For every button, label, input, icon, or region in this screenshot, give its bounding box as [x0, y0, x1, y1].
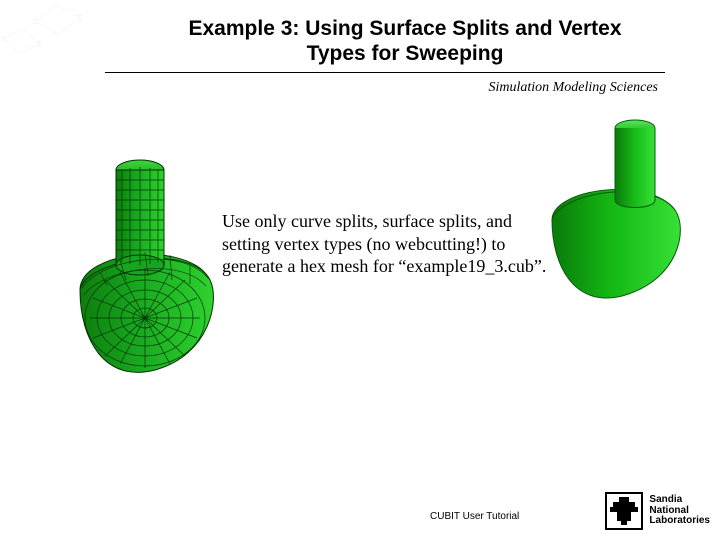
title-line-1: Example 3: Using Surface Splits and Vert… [189, 17, 622, 40]
flag-stripe-white [13, 0, 118, 74]
flag-stripe-red [0, 0, 89, 88]
solid-cylinder-svg [540, 110, 700, 320]
sandia-logo: Sandia National Laboratories [605, 492, 710, 530]
star-icon [32, 2, 82, 24]
sandia-text: Sandia National Laboratories [649, 495, 710, 527]
sandia-line-3: Laboratories [649, 515, 710, 526]
sandia-line-2: National [649, 505, 688, 516]
subtitle: Simulation Modeling Sciences [488, 80, 658, 96]
flag-stripe-blue [0, 15, 68, 114]
footer-text: CUBIT User Tutorial [430, 511, 519, 522]
slide: Example 3: Using Surface Splits and Vert… [0, 0, 720, 540]
sandia-line-1: Sandia [649, 494, 682, 505]
star-icon [1, 26, 42, 46]
body-text: Use only curve splits, surface splits, a… [222, 210, 552, 278]
thunderbird-icon [605, 492, 643, 530]
meshed-cylinder-svg [60, 140, 240, 400]
slide-title: Example 3: Using Surface Splits and Vert… [150, 16, 660, 66]
figure-solid-geometry [540, 110, 700, 320]
title-underline [105, 72, 665, 73]
corner-decoration [0, 0, 115, 100]
title-line-2: Types for Sweeping [307, 42, 504, 65]
figure-meshed-geometry [60, 140, 240, 400]
